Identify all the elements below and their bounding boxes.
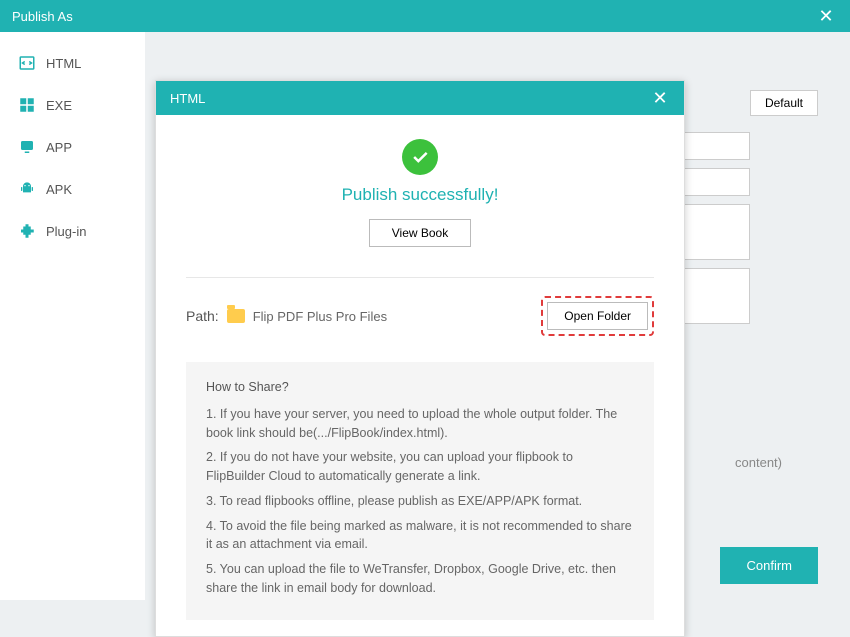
- windows-icon: [18, 96, 36, 114]
- sidebar-item-exe[interactable]: EXE: [0, 84, 145, 126]
- share-item: 2. If you do not have your website, you …: [206, 448, 634, 486]
- dialog-title: HTML: [170, 91, 650, 106]
- success-check-icon: [402, 139, 438, 175]
- dialog-close-icon[interactable]: ✕: [650, 88, 670, 109]
- share-item: 3. To read flipbooks offline, please pub…: [206, 492, 634, 511]
- app-icon: [18, 138, 36, 156]
- view-book-button[interactable]: View Book: [369, 219, 471, 247]
- confirm-button[interactable]: Confirm: [720, 547, 818, 584]
- open-folder-button[interactable]: Open Folder: [547, 302, 648, 330]
- default-button[interactable]: Default: [750, 90, 818, 116]
- close-icon[interactable]: ✕: [814, 6, 838, 27]
- share-item: 4. To avoid the file being marked as mal…: [206, 517, 634, 555]
- sidebar-item-label: HTML: [46, 56, 81, 71]
- sidebar-item-label: APP: [46, 140, 72, 155]
- open-folder-callout: Open Folder: [541, 296, 654, 336]
- hint-text: content): [735, 455, 782, 470]
- sidebar-item-plugin[interactable]: Plug-in: [0, 210, 145, 252]
- sidebar-item-label: Plug-in: [46, 224, 86, 239]
- android-icon: [18, 180, 36, 198]
- sidebar-item-app[interactable]: APP: [0, 126, 145, 168]
- success-message: Publish successfully!: [186, 185, 654, 205]
- path-value: Flip PDF Plus Pro Files: [253, 309, 542, 324]
- plugin-icon: [18, 222, 36, 240]
- divider: [186, 277, 654, 278]
- dialog-titlebar: HTML ✕: [156, 81, 684, 115]
- sidebar-item-label: EXE: [46, 98, 72, 113]
- html-icon: [18, 54, 36, 72]
- output-path-row: Path: Flip PDF Plus Pro Files Open Folde…: [186, 296, 654, 340]
- publish-success-dialog: HTML ✕ Publish successfully! View Book P…: [155, 80, 685, 637]
- share-title: How to Share?: [206, 378, 634, 397]
- sidebar-item-apk[interactable]: APK: [0, 168, 145, 210]
- sidebar-item-label: APK: [46, 182, 72, 197]
- folder-icon: [227, 309, 245, 323]
- share-instructions: How to Share? 1. If you have your server…: [186, 362, 654, 620]
- sidebar: HTML EXE APP APK Plug-in: [0, 32, 145, 600]
- window-title: Publish As: [12, 9, 814, 24]
- share-item: 5. You can upload the file to WeTransfer…: [206, 560, 634, 598]
- share-item: 1. If you have your server, you need to …: [206, 405, 634, 443]
- path-label: Path:: [186, 308, 219, 324]
- window-titlebar: Publish As ✕: [0, 0, 850, 32]
- sidebar-item-html[interactable]: HTML: [0, 42, 145, 84]
